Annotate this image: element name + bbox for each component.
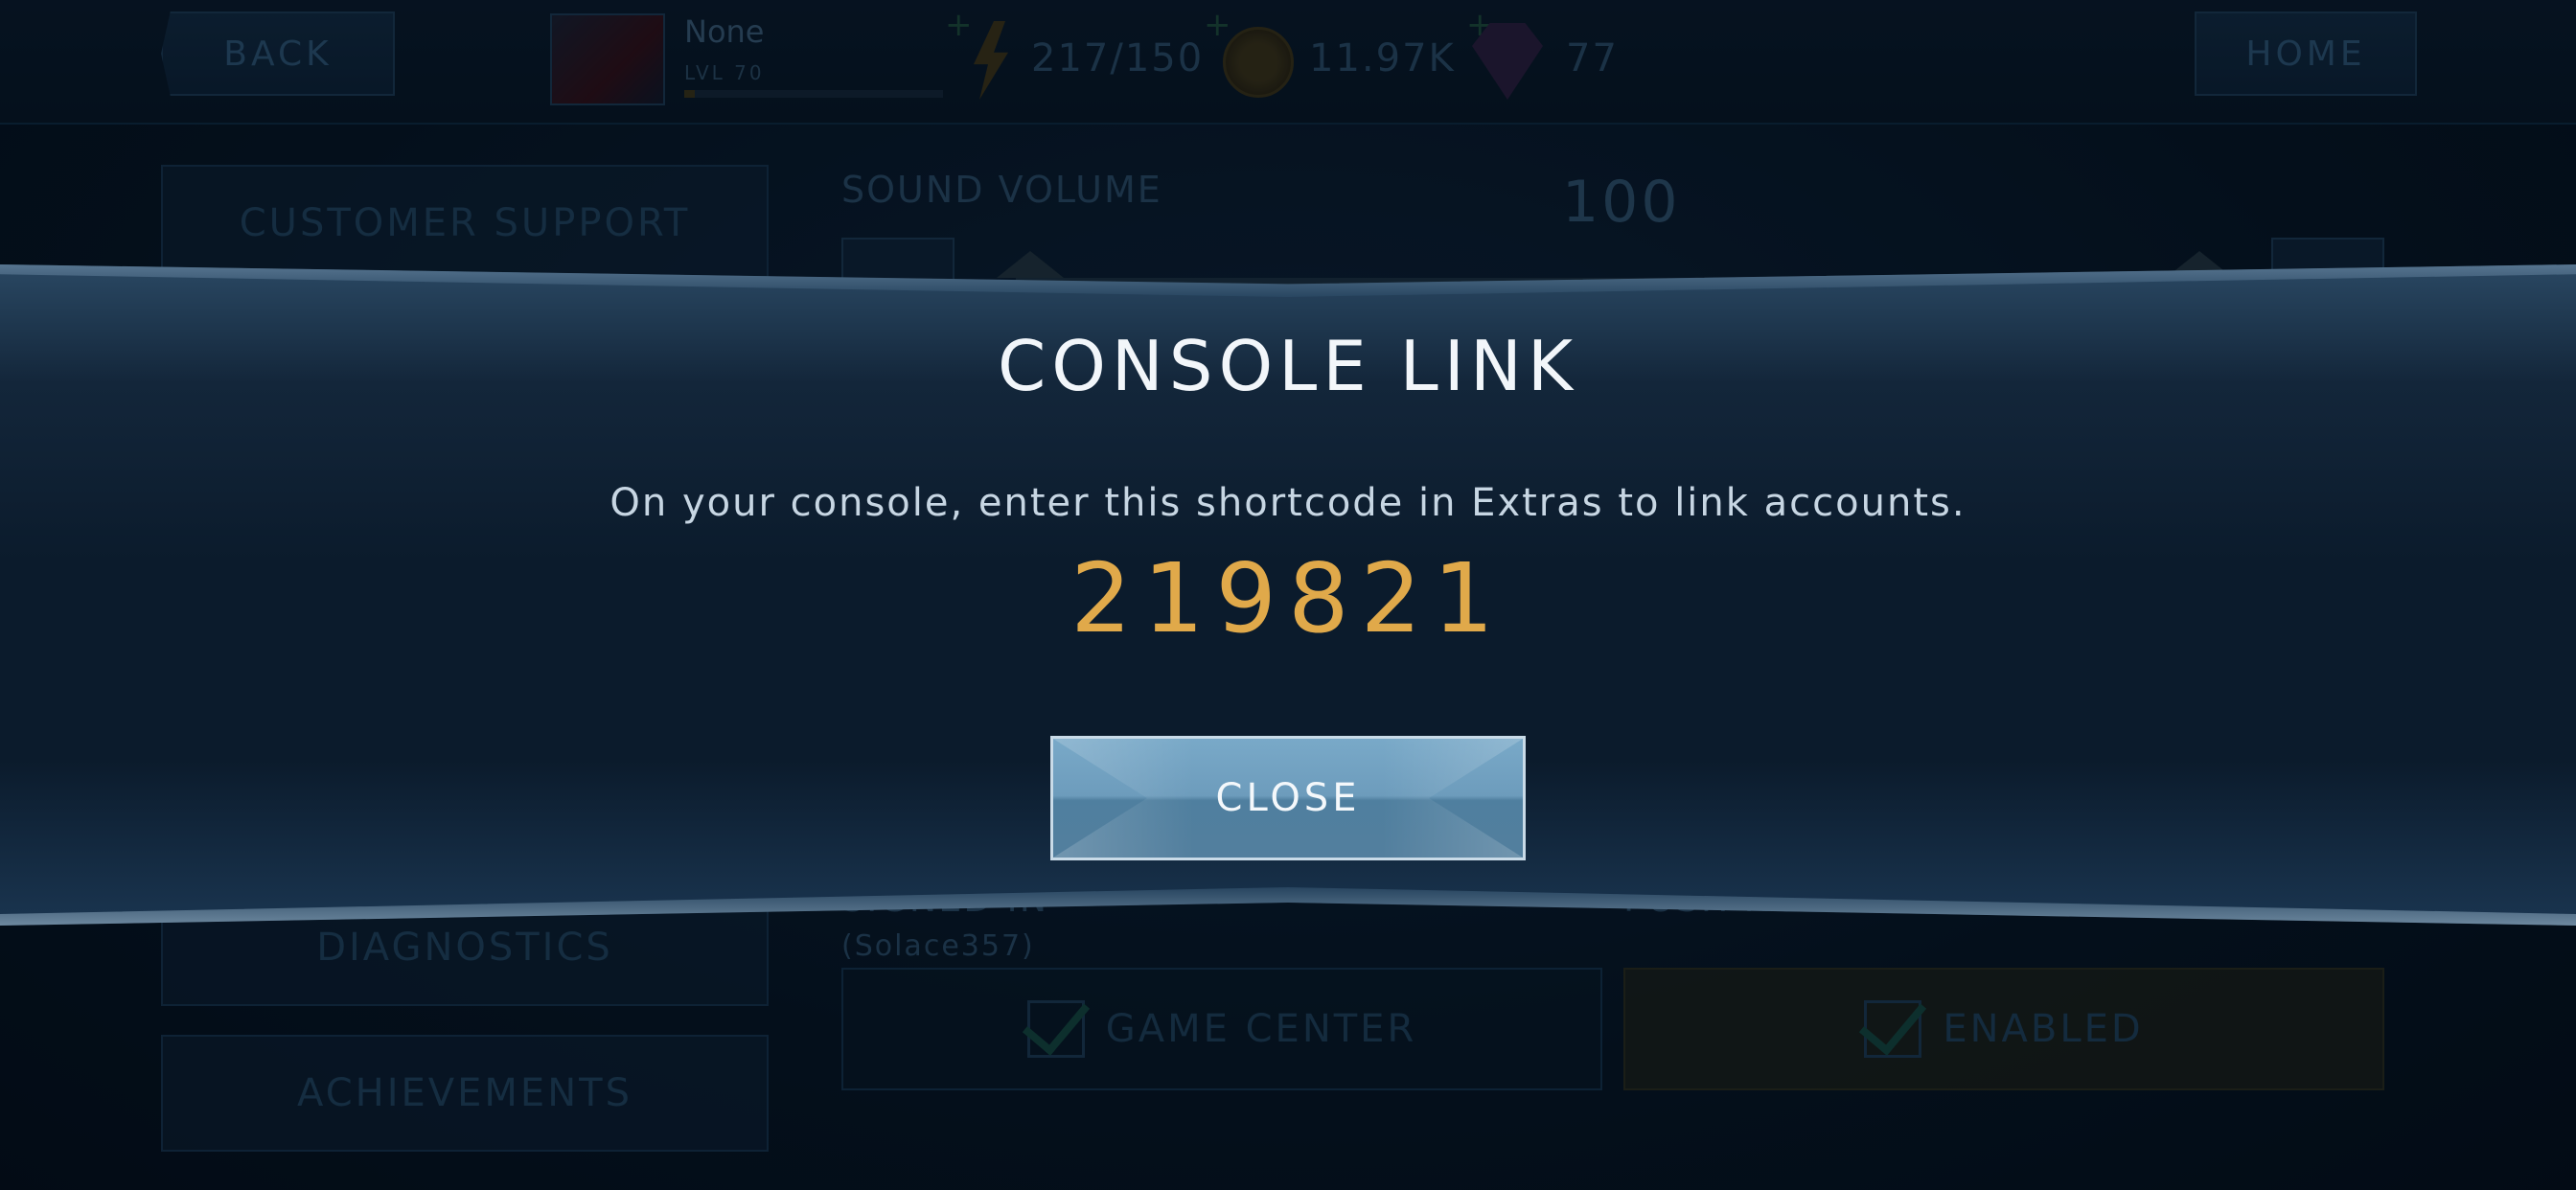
shortcode: 219821: [1070, 542, 1506, 654]
dialog-title: CONSOLE LINK: [997, 326, 1579, 406]
close-button[interactable]: CLOSE: [1050, 736, 1526, 860]
dialog-message: On your console, enter this shortcode in…: [610, 481, 1966, 525]
close-button-label: CLOSE: [1215, 776, 1361, 820]
